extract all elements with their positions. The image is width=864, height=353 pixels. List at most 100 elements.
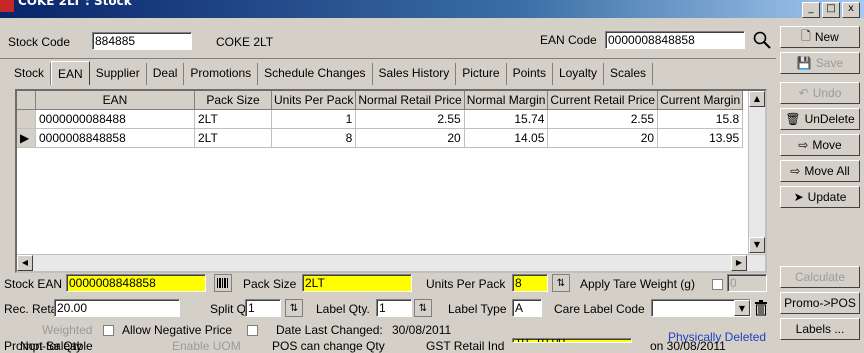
cell-current-price[interactable]: 20 — [547, 128, 659, 148]
table-row[interactable]: ▶ 0000008848858 2LT 8 20 14.05 20 13.95 — [17, 128, 744, 148]
split-qty-input[interactable] — [245, 299, 281, 317]
tab-scales[interactable]: Scales — [604, 63, 654, 85]
tab-stock[interactable]: Stock — [8, 63, 52, 85]
gst-retail-select[interactable] — [512, 338, 632, 343]
tab-points[interactable]: Points — [507, 63, 553, 85]
cell-pack-size[interactable]: 2LT — [194, 109, 272, 129]
scroll-down-icon[interactable]: ▼ — [749, 237, 765, 253]
stock-code-input[interactable] — [92, 32, 192, 50]
scroll-left-icon[interactable]: ◀ — [17, 255, 33, 271]
new-doc-icon: 🗋 — [801, 28, 811, 43]
tab-picture[interactable]: Picture — [456, 63, 507, 85]
move-all-icon: ⇨ — [790, 164, 801, 178]
stock-ean-input[interactable] — [66, 274, 206, 292]
tab-loyalty[interactable]: Loyalty — [553, 63, 604, 85]
cell-pack-size[interactable]: 2LT — [194, 128, 272, 148]
care-label-dropdown-icon[interactable]: ▼ — [734, 300, 750, 316]
allow-negative-checkbox[interactable] — [247, 325, 258, 336]
cell-current-margin[interactable]: 15.8 — [657, 109, 744, 129]
units-per-pack-input[interactable] — [512, 274, 548, 292]
care-label-code-label: Care Label Code — [554, 302, 645, 316]
scroll-up-icon[interactable]: ▲ — [749, 91, 765, 107]
move-all-button[interactable]: ⇨ Move All — [780, 160, 860, 182]
save-button[interactable]: 💾 Save — [780, 52, 860, 74]
cell-current-margin[interactable]: 13.95 — [657, 128, 744, 148]
apply-tare-checkbox[interactable] — [712, 279, 723, 290]
vertical-scrollbar[interactable]: ▲ ▼ — [748, 91, 765, 271]
tab-supplier[interactable]: Supplier — [90, 63, 147, 85]
tab-promotions[interactable]: Promotions — [184, 63, 259, 85]
split-qty-spinner-icon[interactable]: ⇅ — [285, 299, 303, 317]
cell-normal-price[interactable]: 20 — [355, 128, 465, 148]
undo-icon: ↶ — [798, 86, 809, 100]
trash-icon[interactable] — [754, 300, 768, 316]
search-icon[interactable] — [752, 30, 772, 50]
grid-header-row: EAN Pack Size Units Per Pack Normal Reta… — [17, 91, 744, 110]
cell-units[interactable]: 8 — [271, 128, 357, 148]
stock-ean-label: Stock EAN — [4, 277, 63, 291]
barcode-icon[interactable] — [214, 274, 232, 292]
save-icon: 💾 — [796, 56, 812, 70]
undo-button[interactable]: ↶ Undo — [780, 82, 860, 104]
scroll-right-icon[interactable]: ▶ — [731, 255, 747, 271]
rec-retail-input[interactable] — [54, 299, 180, 317]
col-ean[interactable]: EAN — [35, 91, 195, 110]
window-controls: _ □ x — [802, 2, 860, 18]
col-pack-size[interactable]: Pack Size — [194, 91, 272, 110]
close-icon[interactable]: x — [842, 2, 860, 18]
tab-sales-history[interactable]: Sales History — [373, 63, 457, 85]
current-row-icon: ▶ — [17, 128, 36, 148]
apply-tare-label: Apply Tare Weight (g) — [580, 277, 695, 291]
labels-button[interactable]: Labels ... — [780, 318, 860, 340]
tab-ean[interactable]: EAN — [51, 61, 90, 85]
units-spinner-icon[interactable]: ⇅ — [552, 274, 570, 292]
undelete-button[interactable]: 🗑 UnDelete — [780, 108, 860, 130]
allow-negative-label: Allow Negative Price — [122, 323, 233, 337]
app-icon — [0, 0, 14, 12]
cell-normal-price[interactable]: 2.55 — [355, 109, 465, 129]
tab-strip: Stock EAN Supplier Deal Promotions Sched… — [8, 61, 654, 85]
col-normal-margin[interactable]: Normal Margin — [464, 91, 549, 110]
new-button[interactable]: 🗋 New — [780, 26, 860, 48]
tab-schedule-changes[interactable]: Schedule Changes — [258, 63, 373, 85]
label-qty-input[interactable] — [376, 299, 412, 317]
update-icon: ➤ — [793, 190, 804, 204]
pack-size-label: Pack Size — [243, 277, 297, 291]
horizontal-scrollbar[interactable]: ◀ ▶ — [17, 254, 765, 271]
title-bar: COKE 2LT : Stock _ □ x — [0, 0, 864, 18]
date-last-changed-label: Date Last Changed: — [276, 323, 383, 337]
row-indicator — [17, 109, 36, 129]
cell-current-price[interactable]: 2.55 — [547, 109, 659, 129]
cell-normal-margin[interactable]: 14.05 — [464, 128, 549, 148]
update-button[interactable]: ➤ Update — [780, 186, 860, 208]
ean-grid[interactable]: EAN Pack Size Units Per Pack Normal Reta… — [15, 89, 767, 273]
cell-ean[interactable]: 0000000088488 — [35, 109, 195, 129]
label-type-input[interactable] — [512, 299, 542, 317]
promo-pos-button[interactable]: Promo->POS — [780, 292, 860, 314]
label-type-label: Label Type — [448, 302, 507, 316]
label-qty-spinner-icon[interactable]: ⇅ — [414, 299, 432, 317]
pos-change-qty-label: POS can change Qty — [272, 339, 385, 353]
pack-size-input[interactable] — [302, 274, 412, 292]
col-current-margin[interactable]: Current Margin — [657, 91, 744, 110]
table-row[interactable]: 0000000088488 2LT 1 2.55 15.74 2.55 15.8 — [17, 109, 744, 129]
minimize-icon[interactable]: _ — [802, 2, 820, 18]
maximize-icon[interactable]: □ — [822, 2, 840, 18]
col-units-per-pack[interactable]: Units Per Pack — [271, 91, 357, 110]
col-normal-retail-price[interactable]: Normal Retail Price — [355, 91, 465, 110]
ean-code-input[interactable] — [605, 31, 745, 49]
weighted-label: Weighted — [42, 323, 93, 337]
calculate-button[interactable]: Calculate — [780, 266, 860, 288]
gst-retail-label: GST Retail Ind — [426, 339, 505, 353]
col-current-retail-price[interactable]: Current Retail Price — [547, 91, 659, 110]
weighted-checkbox[interactable] — [103, 325, 114, 336]
cell-units[interactable]: 1 — [271, 109, 357, 129]
move-button[interactable]: ⇨ Move — [780, 134, 860, 156]
trash-icon: 🗑 — [785, 112, 801, 126]
ean-code-label: EAN Code — [540, 33, 597, 47]
date-last-changed-value: 30/08/2011 — [392, 323, 452, 337]
cell-ean[interactable]: 0000008848858 — [35, 128, 195, 148]
tare-weight-input[interactable] — [727, 274, 767, 292]
cell-normal-margin[interactable]: 15.74 — [464, 109, 549, 129]
tab-deal[interactable]: Deal — [147, 63, 185, 85]
